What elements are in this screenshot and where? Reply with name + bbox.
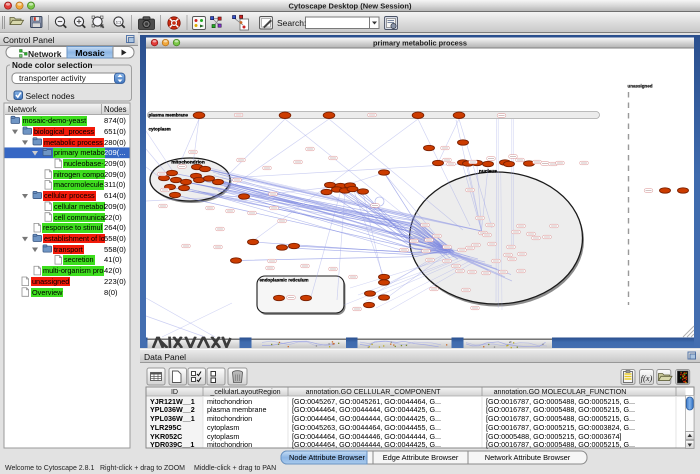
- svg-text:nucleus: nucleus: [479, 169, 497, 175]
- svg-text:1:1: 1:1: [116, 21, 121, 25]
- svg-text:endoplasmic reticulum: endoplasmic reticulum: [260, 278, 309, 283]
- svg-text:unassigned: unassigned: [628, 84, 653, 89]
- svg-text:mitochondrion: mitochondrion: [171, 160, 205, 166]
- svg-text:Cytoscape Desktop (New Session: Cytoscape Desktop (New Session): [289, 1, 412, 10]
- svg-text:primary metabolic process: primary metabolic process: [373, 38, 467, 47]
- svg-text:plasma membrane: plasma membrane: [149, 113, 189, 118]
- svg-text:cytoplasm: cytoplasm: [149, 127, 171, 132]
- svg-text:f(x): f(x): [641, 373, 653, 383]
